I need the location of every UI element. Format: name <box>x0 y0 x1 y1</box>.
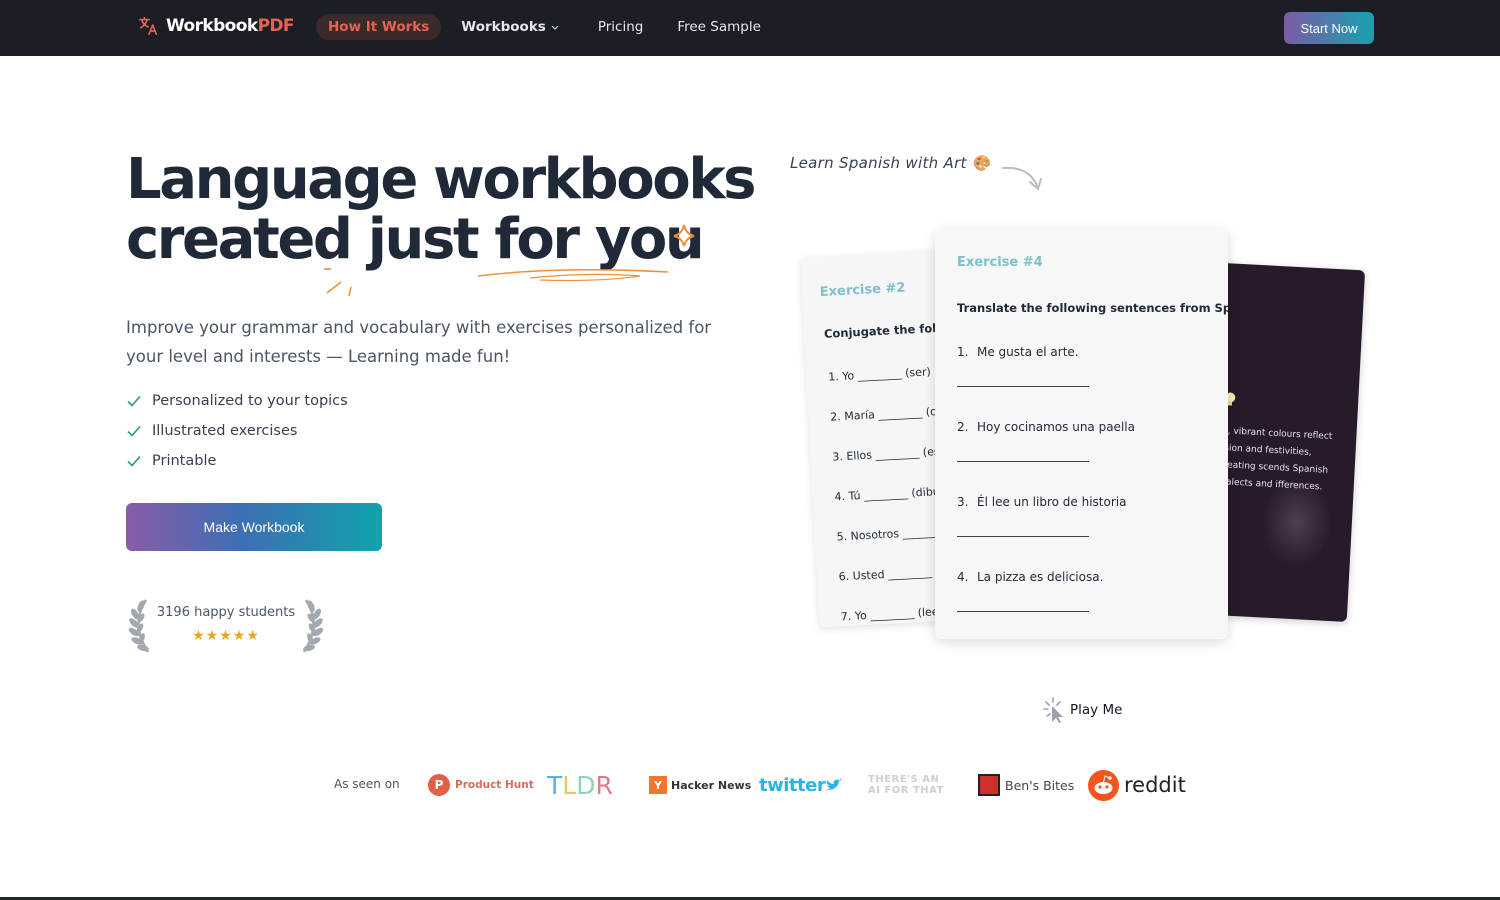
tldr-letter: D <box>576 770 596 800</box>
exercise-item: 5. Nosotros ________ <box>836 524 947 544</box>
exercise-item: 7. Yo ________ (lee <box>840 605 939 624</box>
aithat-line-2: AI FOR THAT <box>868 785 944 796</box>
make-workbook-button[interactable]: Make Workbook <box>126 503 382 551</box>
exercise-item: 2. Hoy cocinamos una paella <box>957 420 1135 434</box>
exercise-item: 4. La pizza es deliciosa. <box>957 570 1104 584</box>
art-card-text: rt, vibrant colours reflect ssion and fe… <box>1217 426 1333 493</box>
nav-link-how-it-works[interactable]: How It Works <box>316 14 442 40</box>
nav-link-free-sample[interactable]: Free Sample <box>665 14 773 40</box>
hero-headline: Language workbooks created just for you <box>126 147 757 272</box>
reddit-text: reddit <box>1124 773 1186 797</box>
feature-label: Printable <box>152 453 217 469</box>
check-icon <box>127 455 141 467</box>
check-icon <box>127 425 141 437</box>
emphasis-marks <box>324 268 352 297</box>
laurel-right-icon <box>302 599 324 653</box>
feature-label: Personalized to your topics <box>152 393 348 409</box>
hacker-news-logo[interactable]: Y Hacker News <box>649 768 751 802</box>
nav-link-workbooks[interactable]: Workbooks <box>449 14 572 40</box>
exercise-instruction: Translate the following sentences from S… <box>957 301 1228 315</box>
feature-item: Illustrated exercises <box>126 416 348 446</box>
twitter-text: twitter <box>759 774 826 796</box>
exercise-item: 6. Usted ________ ( <box>838 565 941 584</box>
exercise-item: 3. Ellos ________ (es <box>832 444 940 464</box>
answer-line <box>957 611 1089 612</box>
exercise-item: 2. María ________ (co <box>830 404 944 424</box>
chevron-down-icon <box>551 25 559 30</box>
twitter-logo[interactable]: twitter <box>759 768 843 802</box>
nav-link-pricing[interactable]: Pricing <box>586 14 656 40</box>
tldr-letter: T <box>547 770 563 800</box>
bens-bites-logo[interactable]: Ben's Bites <box>978 768 1074 802</box>
aithat-text: THERE'S AN AI FOR THAT <box>868 774 944 796</box>
feature-item: Personalized to your topics <box>126 386 348 416</box>
product-hunt-text: Product Hunt <box>455 779 534 791</box>
translate-icon <box>139 16 158 36</box>
hacker-news-text: Hacker News <box>671 778 752 792</box>
play-me-button[interactable]: Play Me <box>1042 696 1122 724</box>
exercise-title: Exercise #2 <box>819 280 906 300</box>
headline-line-2: created just for you <box>126 207 705 272</box>
social-proof: 3196 happy students ★★★★★ <box>126 598 326 656</box>
headline-line-1: Language workbooks <box>126 147 757 212</box>
top-nav: WorkbookPDF How It Works Workbooks Prici… <box>0 0 1500 56</box>
reddit-logo[interactable]: reddit <box>1088 768 1186 802</box>
twitter-bird-icon <box>826 778 843 790</box>
product-hunt-icon: P <box>428 774 450 796</box>
hacker-news-icon: Y <box>649 776 667 794</box>
check-icon <box>127 395 141 407</box>
brand-name: WorkbookPDF <box>166 16 295 36</box>
exercise-item: 3. Él lee un libro de historia <box>957 495 1127 509</box>
bens-bites-icon <box>978 774 1000 796</box>
reddit-icon <box>1088 769 1119 801</box>
cursor-click-icon <box>1043 697 1063 723</box>
nav-link-workbooks-label: Workbooks <box>461 19 546 35</box>
exercise-title: Exercise #4 <box>957 255 1043 270</box>
feature-item: Printable <box>126 446 348 476</box>
product-hunt-logo[interactable]: P Product Hunt <box>428 768 534 802</box>
feature-list: Personalized to your topics Illustrated … <box>126 386 348 476</box>
tldr-logo[interactable]: TLDR <box>547 768 613 802</box>
nav-links: How It Works Workbooks Pricing Free Samp… <box>316 14 781 40</box>
tldr-letter: R <box>595 770 613 800</box>
as-seen-on-label: As seen on <box>334 777 400 791</box>
exercise-item: 1. Me gusta el arte. <box>957 345 1079 359</box>
exercise-item: 1. Yo ________ (ser) a <box>827 364 942 384</box>
answer-line <box>957 536 1089 537</box>
theres-an-ai-for-that-logo[interactable]: THERE'S AN AI FOR THAT <box>868 768 944 802</box>
exercise-item: 4. Tú ________ (dibu <box>834 485 941 504</box>
bens-bites-text: Ben's Bites <box>1005 777 1075 793</box>
curved-arrow-icon <box>1002 166 1042 191</box>
preview-caption: Learn Spanish with Art 🎨 <box>790 154 991 172</box>
brand-logo[interactable]: WorkbookPDF <box>138 15 295 37</box>
answer-line <box>957 461 1089 462</box>
feature-label: Illustrated exercises <box>152 423 298 439</box>
start-now-button[interactable]: Start Now <box>1284 12 1374 44</box>
worksheet-card-exercise-4[interactable]: Exercise #4 Translate the following sent… <box>935 229 1228 639</box>
play-me-label: Play Me <box>1070 702 1123 718</box>
answer-line <box>957 386 1089 387</box>
aithat-line-1: THERE'S AN <box>868 774 940 785</box>
hero-subtitle: Improve your grammar and vocabulary with… <box>126 318 712 366</box>
tldr-letter: L <box>562 770 577 800</box>
